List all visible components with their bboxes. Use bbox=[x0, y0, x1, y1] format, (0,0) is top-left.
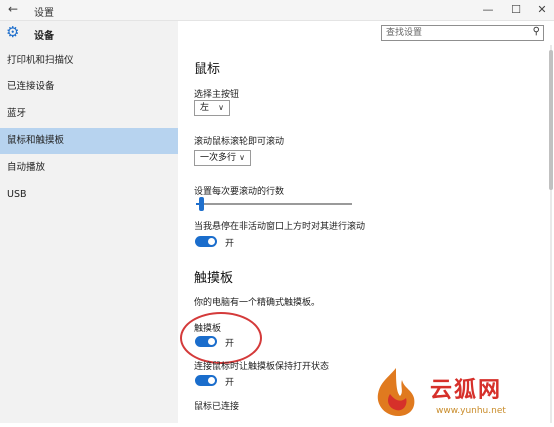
search-icon[interactable]: ⚲ bbox=[533, 26, 540, 37]
scroll-value: 一次多行 bbox=[200, 153, 237, 163]
lines-label: 设置每次要滚动的行数 bbox=[194, 187, 285, 197]
sidebar-item-mouse-touchpad[interactable]: 鼠标和触摸板 bbox=[0, 128, 178, 154]
sidebar-item-usb[interactable]: USB bbox=[0, 182, 178, 208]
primary-button-label: 选择主按钮 bbox=[194, 90, 240, 100]
watermark-brand: 云狐网 bbox=[430, 377, 503, 403]
slider-thumb[interactable] bbox=[198, 197, 204, 211]
fox-logo-icon bbox=[377, 368, 415, 416]
scroll-dropdown[interactable]: 一次多行 ∨ bbox=[194, 150, 251, 166]
title-bar: ← 设置 — ☐ ✕ bbox=[0, 0, 554, 21]
search-box[interactable]: ⚲ bbox=[381, 25, 544, 41]
back-arrow-icon[interactable]: ← bbox=[8, 2, 18, 16]
toggle-knob bbox=[208, 238, 215, 245]
mouse-heading: 鼠标 bbox=[194, 62, 221, 77]
chevron-down-icon: ∨ bbox=[218, 103, 224, 112]
search-input[interactable] bbox=[386, 27, 521, 39]
scroll-label: 滚动鼠标滚轮即可滚动 bbox=[194, 137, 285, 147]
touchpad-heading: 触摸板 bbox=[194, 271, 234, 286]
sidebar-item-autoplay[interactable]: 自动播放 bbox=[0, 155, 178, 181]
minimize-button[interactable]: — bbox=[478, 2, 498, 18]
watermark-url: www.yunhu.net bbox=[436, 406, 506, 416]
gear-icon: ⚙ bbox=[6, 23, 20, 41]
primary-button-dropdown[interactable]: 左 ∨ bbox=[194, 100, 230, 116]
touchpad-description: 你的电脑有一个精确式触摸板。 bbox=[194, 298, 321, 308]
toggle-knob bbox=[208, 377, 215, 384]
lines-slider[interactable] bbox=[196, 197, 352, 211]
app-title: 设备 bbox=[34, 31, 54, 42]
window-title: 设置 bbox=[34, 8, 54, 19]
app-header: ⚙ 设备 bbox=[6, 21, 176, 45]
mouse-connected-status: 鼠标已连接 bbox=[194, 402, 240, 412]
chevron-down-icon: ∨ bbox=[239, 153, 245, 162]
scrollbar-thumb[interactable] bbox=[549, 50, 553, 190]
sidebar: ⚙ 设备 打印机和扫描仪 已连接设备 蓝牙 鼠标和触摸板 自动播放 USB bbox=[0, 21, 178, 423]
sidebar-item-printers[interactable]: 打印机和扫描仪 bbox=[0, 48, 178, 74]
sidebar-item-connected-devices[interactable]: 已连接设备 bbox=[0, 74, 178, 100]
slider-track bbox=[196, 203, 352, 205]
inactive-scroll-label: 当我悬停在非活动窗口上方时对其进行滚动 bbox=[194, 222, 366, 232]
watermark-logo: 云狐网 www.yunhu.net bbox=[366, 364, 554, 423]
inactive-scroll-toggle[interactable] bbox=[195, 236, 217, 247]
sidebar-item-bluetooth[interactable]: 蓝牙 bbox=[0, 101, 178, 127]
keep-on-state: 开 bbox=[225, 378, 235, 388]
annotation-circle bbox=[180, 312, 262, 364]
keep-on-label: 连接鼠标时让触摸板保持打开状态 bbox=[194, 362, 330, 372]
maximize-button[interactable]: ☐ bbox=[506, 2, 526, 18]
close-button[interactable]: ✕ bbox=[532, 2, 552, 18]
keep-on-toggle[interactable] bbox=[195, 375, 217, 386]
inactive-scroll-state: 开 bbox=[225, 239, 235, 249]
primary-button-value: 左 bbox=[200, 103, 210, 113]
